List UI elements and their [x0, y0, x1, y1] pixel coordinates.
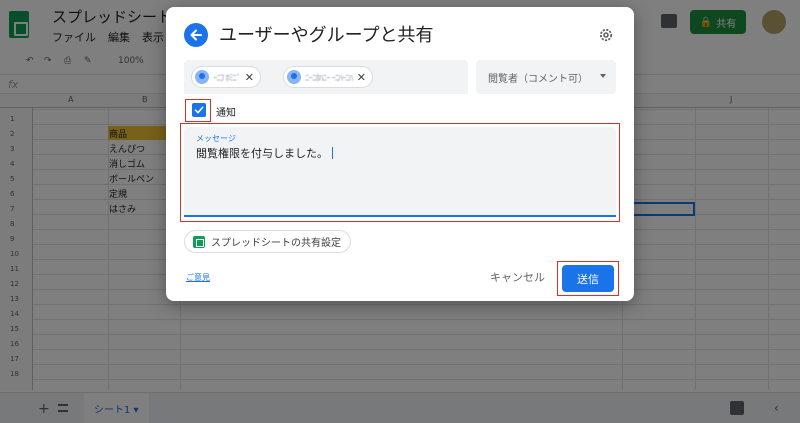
sheet-share-settings-button[interactable]: スプレッドシートの共有設定	[184, 230, 351, 253]
role-select[interactable]: 閲覧者（コメント可）	[476, 60, 616, 94]
message-text: 閲覧権限を付与しました。	[196, 147, 328, 160]
settings-button[interactable]	[596, 25, 616, 45]
recipient-chip[interactable]: ﾆｰﾆﾎﾊﾆｰ ｰﾆﾊｰﾆﾊ ✕	[283, 66, 374, 88]
back-button[interactable]	[184, 23, 208, 47]
text-caret	[332, 147, 333, 159]
feedback-link[interactable]: ご意見	[186, 272, 210, 283]
recipient-name: ｰﾆﾌ ﾎﾐﾆﾟ	[213, 73, 241, 84]
role-select-value: 閲覧者（コメント可）	[488, 73, 588, 85]
notify-label: 通知	[216, 108, 236, 119]
sheet-share-settings-label: スプレッドシートの共有設定	[211, 238, 341, 249]
chevron-down-icon	[600, 74, 606, 78]
notify-checkbox[interactable]	[192, 103, 206, 117]
gear-icon	[599, 28, 613, 42]
sheets-icon	[193, 235, 205, 248]
cancel-button[interactable]: キャンセル	[490, 269, 545, 285]
dialog-title: ユーザーやグループと共有	[219, 25, 434, 46]
person-icon	[287, 70, 301, 84]
arrow-left-icon	[190, 29, 202, 41]
recipient-chip[interactable]: ｰﾆﾌ ﾎﾐﾆﾟ ✕	[191, 66, 262, 88]
checkmark-icon	[194, 106, 204, 114]
message-label: メッセージ	[196, 134, 236, 143]
send-button[interactable]: 送信	[562, 265, 614, 292]
message-textarea[interactable]: メッセージ 閲覧権限を付与しました。	[184, 127, 616, 217]
remove-recipient-icon[interactable]: ✕	[244, 71, 254, 84]
recipient-name: ﾆｰﾆﾎﾊﾆｰ ｰﾆﾊｰﾆﾊ	[305, 73, 353, 84]
share-dialog: ユーザーやグループと共有 ｰﾆﾌ ﾎﾐﾆﾟ ✕ ﾆｰﾆﾎﾊﾆｰ ｰﾆﾊｰﾆﾊ ✕…	[166, 7, 634, 301]
recipients-field[interactable]: ｰﾆﾌ ﾎﾐﾆﾟ ✕ ﾆｰﾆﾎﾊﾆｰ ｰﾆﾊｰﾆﾊ ✕	[184, 60, 468, 94]
person-icon	[195, 70, 209, 84]
message-text-line: 閲覧権限を付与しました。	[196, 145, 333, 161]
remove-recipient-icon[interactable]: ✕	[356, 71, 366, 84]
